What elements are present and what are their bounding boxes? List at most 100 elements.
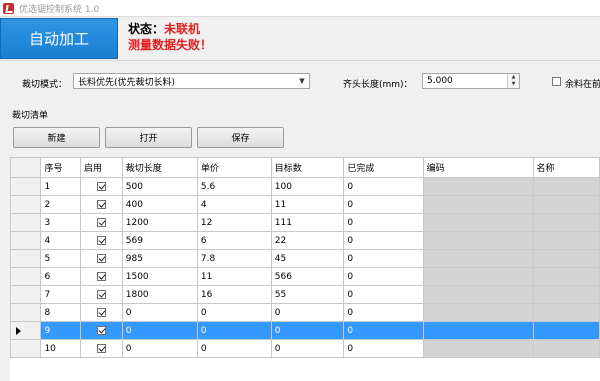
row-header[interactable] (10, 231, 42, 250)
table-row[interactable]: 1 500 5.6 100 0 (10, 177, 600, 196)
length-cell[interactable]: 0 (121, 339, 198, 358)
length-cell[interactable]: 400 (121, 195, 198, 214)
code-cell[interactable] (422, 195, 534, 214)
seq-cell[interactable]: 6 (40, 267, 82, 286)
price-cell[interactable]: 16 (196, 285, 272, 304)
save-button[interactable]: 保存 (197, 127, 284, 148)
seq-cell[interactable]: 3 (40, 213, 82, 232)
length-cell[interactable]: 985 (121, 249, 198, 268)
code-cell[interactable] (422, 303, 534, 322)
name-cell[interactable] (532, 231, 600, 250)
seq-cell[interactable]: 1 (40, 177, 82, 196)
target-cell[interactable]: 22 (270, 231, 345, 250)
row-header[interactable] (10, 213, 42, 232)
table-row[interactable]: 90000 (10, 321, 600, 340)
enabled-checkbox[interactable] (97, 181, 107, 191)
done-cell[interactable]: 0 (343, 339, 424, 358)
seq-cell[interactable]: 5 (40, 249, 82, 268)
enabled-checkbox[interactable] (97, 343, 107, 353)
price-cell[interactable]: 4 (196, 195, 272, 214)
target-cell[interactable]: 0 (270, 339, 345, 358)
table-row[interactable]: 7 1800 16 55 0 (10, 285, 600, 304)
seq-cell[interactable]: 9 (40, 321, 82, 340)
row-header[interactable] (10, 285, 42, 304)
target-cell[interactable]: 11 (270, 195, 345, 214)
target-cell[interactable]: 111 (270, 213, 345, 232)
table-row[interactable]: 6 1500 11 566 0 (10, 267, 600, 286)
enabled-checkbox[interactable] (97, 235, 107, 245)
table-row[interactable]: 3 1200 12 111 0 (10, 213, 600, 232)
done-cell[interactable]: 0 (343, 267, 424, 286)
target-cell[interactable]: 45 (270, 249, 345, 268)
row-header[interactable] (10, 267, 42, 286)
seq-cell[interactable]: 7 (40, 285, 82, 304)
price-cell[interactable]: 0 (196, 321, 272, 340)
target-cell[interactable]: 0 (270, 321, 345, 340)
column-header-seq[interactable]: 序号 (40, 157, 82, 178)
column-header-length[interactable]: 裁切长度 (121, 157, 198, 178)
code-cell[interactable] (422, 339, 534, 358)
code-cell[interactable] (422, 231, 534, 250)
length-cell[interactable]: 500 (121, 177, 198, 196)
open-button[interactable]: 打开 (105, 127, 192, 148)
name-cell[interactable] (532, 195, 600, 214)
done-cell[interactable]: 0 (343, 231, 424, 250)
length-cell[interactable]: 1500 (121, 267, 198, 286)
done-cell[interactable]: 0 (343, 195, 424, 214)
enabled-cell[interactable] (80, 339, 123, 358)
seq-cell[interactable]: 4 (40, 231, 82, 250)
column-header-enabled[interactable]: 启用 (80, 157, 123, 178)
enabled-cell[interactable] (80, 177, 123, 196)
done-cell[interactable]: 0 (343, 285, 424, 304)
column-header-code[interactable]: 编码 (422, 157, 534, 178)
done-cell[interactable]: 0 (343, 249, 424, 268)
price-cell[interactable]: 7.8 (196, 249, 272, 268)
done-cell[interactable]: 0 (343, 303, 424, 322)
column-header-done[interactable]: 已完成 (343, 157, 424, 178)
length-cell[interactable]: 0 (121, 303, 198, 322)
price-cell[interactable]: 5.6 (196, 177, 272, 196)
price-cell[interactable]: 12 (196, 213, 272, 232)
name-cell[interactable] (532, 177, 600, 196)
row-header[interactable] (10, 249, 42, 268)
table-row[interactable]: 2 400 4 11 0 (10, 195, 600, 214)
enabled-checkbox[interactable] (97, 307, 107, 317)
enabled-cell[interactable] (80, 321, 123, 340)
code-cell[interactable] (422, 285, 534, 304)
length-cell[interactable]: 569 (121, 231, 198, 250)
price-cell[interactable]: 0 (196, 339, 272, 358)
cut-list-grid[interactable]: 序号 启用 裁切长度 单价 目标数 已完成 编码 名称 1 500 5.6 100 0 2… (10, 157, 600, 381)
length-cell[interactable]: 1200 (121, 213, 198, 232)
price-cell[interactable]: 11 (196, 267, 272, 286)
code-cell[interactable] (422, 213, 534, 232)
enabled-cell[interactable] (80, 285, 123, 304)
seq-cell[interactable]: 8 (40, 303, 82, 322)
enabled-cell[interactable] (80, 213, 123, 232)
row-header[interactable] (10, 195, 42, 214)
done-cell[interactable]: 0 (343, 321, 424, 340)
column-header-price[interactable]: 单价 (196, 157, 272, 178)
table-row[interactable]: 5 985 7.8 45 0 (10, 249, 600, 268)
target-cell[interactable]: 566 (270, 267, 345, 286)
done-cell[interactable]: 0 (343, 177, 424, 196)
code-cell[interactable] (422, 177, 534, 196)
remainder-first-checkbox[interactable] (552, 77, 561, 86)
column-header-target[interactable]: 目标数 (270, 157, 345, 178)
table-row[interactable]: 4 569 6 22 0 (10, 231, 600, 250)
new-button[interactable]: 新建 (13, 127, 100, 148)
name-cell[interactable] (532, 303, 600, 322)
enabled-cell[interactable] (80, 231, 123, 250)
row-header[interactable] (10, 321, 42, 340)
row-header[interactable] (10, 303, 42, 322)
table-row[interactable]: 80000 (10, 303, 600, 322)
enabled-cell[interactable] (80, 249, 123, 268)
code-cell[interactable] (422, 321, 534, 340)
head-length-stepper[interactable]: ▲ ▼ (507, 74, 519, 88)
enabled-checkbox[interactable] (97, 271, 107, 281)
target-cell[interactable]: 0 (270, 303, 345, 322)
enabled-cell[interactable] (80, 303, 123, 322)
enabled-checkbox[interactable] (97, 253, 107, 263)
price-cell[interactable]: 0 (196, 303, 272, 322)
done-cell[interactable]: 0 (343, 213, 424, 232)
head-length-input[interactable]: 5.000 ▲ ▼ (422, 73, 520, 89)
